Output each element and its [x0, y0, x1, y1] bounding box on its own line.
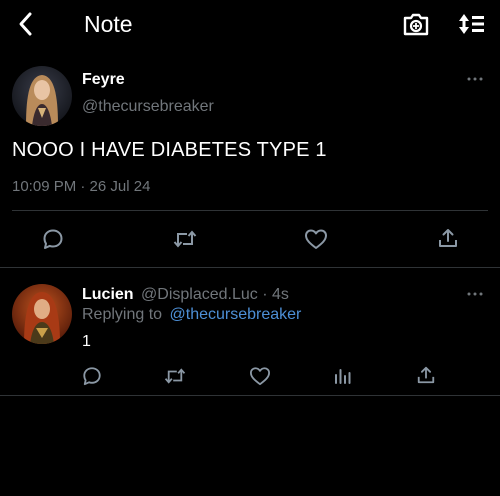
- heart-icon: [250, 367, 271, 386]
- share-icon: [417, 366, 435, 384]
- share-button[interactable]: [416, 365, 436, 385]
- sort-icon: [459, 14, 484, 34]
- divider: [12, 210, 488, 211]
- more-icon: [467, 77, 483, 81]
- share-icon: [439, 229, 457, 247]
- reply-handle-time[interactable]: @Displaced.Luc · 4s: [141, 286, 289, 303]
- views-button[interactable]: [333, 366, 353, 386]
- more-options-button[interactable]: [467, 76, 483, 82]
- more-icon: [467, 292, 483, 296]
- avatar[interactable]: [12, 66, 72, 126]
- more-options-button[interactable]: [467, 291, 483, 297]
- divider: [0, 267, 500, 268]
- retweet-icon: [164, 368, 186, 384]
- page-title: Note: [84, 11, 133, 37]
- reply-button[interactable]: [42, 228, 64, 250]
- chevron-left-icon: [19, 12, 32, 36]
- camera-button[interactable]: [402, 11, 430, 37]
- like-button[interactable]: [304, 228, 328, 250]
- tweet-timestamp: 10:09 PM · 26 Jul 24: [12, 178, 151, 195]
- share-button[interactable]: [437, 227, 459, 249]
- retweet-button[interactable]: [173, 229, 197, 249]
- camera-icon: [403, 13, 429, 36]
- replying-to: Replying to @thecursebreaker: [82, 306, 301, 324]
- reply-text: 1: [82, 333, 91, 350]
- author-handle[interactable]: @thecursebreaker: [82, 98, 214, 116]
- sort-button[interactable]: [456, 11, 486, 37]
- retweet-button[interactable]: [164, 367, 186, 385]
- heart-icon: [305, 229, 327, 249]
- divider: [0, 395, 500, 396]
- retweet-icon: [173, 230, 197, 248]
- reply-icon: [83, 367, 101, 386]
- bar-chart-icon: [335, 369, 351, 384]
- avatar[interactable]: [12, 284, 72, 344]
- like-button[interactable]: [249, 366, 271, 386]
- replying-to-handle-link[interactable]: @thecursebreaker: [170, 306, 302, 323]
- reply-icon: [43, 229, 63, 249]
- reply-header: Lucien @Displaced.Luc · 4s: [82, 286, 289, 304]
- reply-button[interactable]: [82, 366, 102, 386]
- back-button[interactable]: [14, 10, 40, 38]
- tweet-text: NOOO I HAVE DIABETES TYPE 1: [12, 139, 327, 161]
- reply-author-name[interactable]: Lucien: [82, 286, 134, 303]
- replying-to-label: Replying to: [82, 306, 163, 323]
- author-name[interactable]: Feyre: [82, 71, 125, 89]
